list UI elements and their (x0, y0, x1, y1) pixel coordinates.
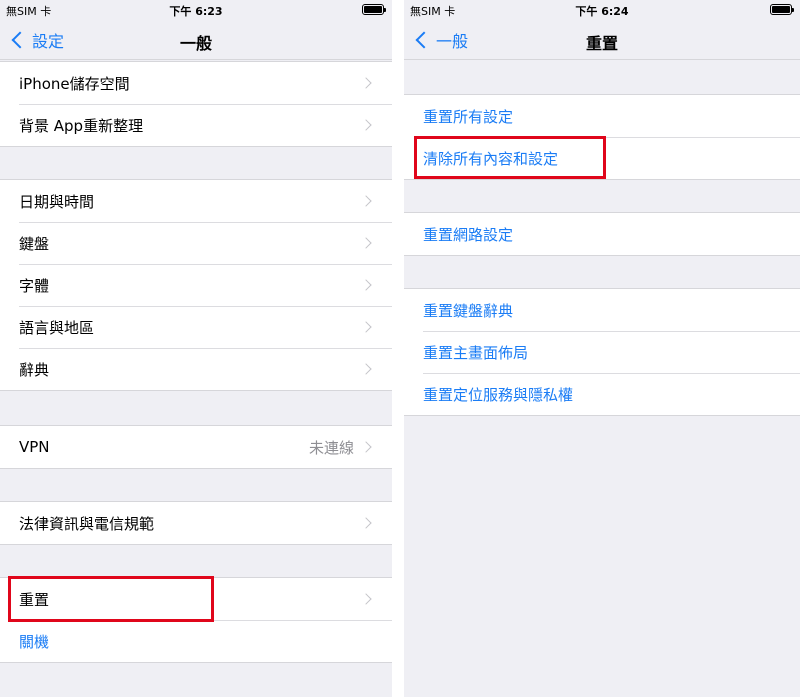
disclosure-chevron-icon (360, 195, 372, 207)
highlight-box-erase (414, 136, 606, 179)
cell-shut-down[interactable]: 關機 (0, 620, 392, 662)
cell-label: 重置所有設定 (423, 107, 514, 126)
cell-fonts[interactable]: 字體 (0, 264, 392, 306)
cell-label: iPhone儲存空間 (19, 74, 130, 93)
disclosure-chevron-icon (360, 279, 372, 291)
cell-reset-location-privacy[interactable]: 重置定位服務與隱私權 (404, 373, 800, 415)
vpn-status-value: 未連線 (308, 438, 354, 457)
battery-icon (362, 4, 386, 15)
cell-label: 字體 (19, 276, 50, 295)
cell-legal-regulatory[interactable]: 法律資訊與電信規範 (0, 502, 392, 544)
cell-background-app-refresh[interactable]: 背景 App重新整理 (0, 104, 392, 146)
legal-group: 法律資訊與電信規範 (0, 501, 392, 545)
cell-label: VPN (19, 438, 50, 456)
disclosure-chevron-icon (360, 593, 372, 605)
disclosure-chevron-icon (360, 119, 372, 131)
cell-iphone-storage[interactable]: iPhone儲存空間 (0, 62, 392, 104)
vpn-group: VPN 未連線 (0, 425, 392, 469)
cell-label: 背景 App重新整理 (19, 116, 144, 135)
cell-reset-all-settings[interactable]: 重置所有設定 (404, 95, 800, 137)
cell-vpn[interactable]: VPN 未連線 (0, 426, 392, 468)
navigation-bar: 一般 重置 (404, 20, 800, 60)
other-reset-group: 重置鍵盤辭典 重置主畫面佈局 重置定位服務與隱私權 (404, 288, 800, 416)
cell-reset-keyboard-dictionary[interactable]: 重置鍵盤辭典 (404, 289, 800, 331)
cell-label: 重置鍵盤辭典 (423, 301, 514, 320)
storage-group: iPhone儲存空間 背景 App重新整理 (0, 61, 392, 147)
disclosure-chevron-icon (360, 517, 372, 529)
cell-dictionary[interactable]: 辭典 (0, 348, 392, 390)
status-bar: 無SIM 卡 下午 6:24 (404, 0, 800, 20)
cell-label: 重置定位服務與隱私權 (423, 385, 574, 404)
cell-label: 關機 (19, 632, 50, 651)
locale-group: 日期與時間 鍵盤 字體 語言與地區 辭典 (0, 179, 392, 391)
network-group: 重置網路設定 (404, 212, 800, 256)
settings-general-screen: 無SIM 卡 下午 6:23 設定 一般 iPhone儲存空間 背景 App重新… (0, 0, 392, 697)
cell-label: 辭典 (19, 360, 50, 379)
cell-label: 鍵盤 (19, 234, 50, 253)
disclosure-chevron-icon (360, 77, 372, 89)
battery-icon (770, 4, 794, 15)
cell-label: 法律資訊與電信規範 (19, 514, 155, 533)
page-title: 重置 (585, 34, 618, 53)
highlight-box-reset (8, 576, 214, 622)
cell-language-region[interactable]: 語言與地區 (0, 306, 392, 348)
disclosure-chevron-icon (360, 321, 372, 333)
cell-reset-network-settings[interactable]: 重置網路設定 (404, 213, 800, 255)
disclosure-chevron-icon (360, 441, 372, 453)
cell-label: 語言與地區 (19, 318, 95, 337)
status-time: 下午 6:24 (575, 5, 629, 18)
cell-label: 日期與時間 (19, 192, 95, 211)
cell-label: 重置主畫面佈局 (423, 343, 529, 362)
cell-keyboard[interactable]: 鍵盤 (0, 222, 392, 264)
disclosure-chevron-icon (360, 237, 372, 249)
cell-label: 重置網路設定 (423, 225, 514, 244)
cell-reset-home-screen-layout[interactable]: 重置主畫面佈局 (404, 331, 800, 373)
reset-screen: 無SIM 卡 下午 6:24 一般 重置 重置所有設定 清除所有內容和設定 重置… (404, 0, 800, 697)
disclosure-chevron-icon (360, 363, 372, 375)
navigation-bar: 設定 一般 (0, 20, 392, 60)
status-time: 下午 6:23 (169, 5, 223, 18)
page-title: 一般 (179, 34, 212, 53)
cell-date-time[interactable]: 日期與時間 (0, 180, 392, 222)
status-bar: 無SIM 卡 下午 6:23 (0, 0, 392, 20)
